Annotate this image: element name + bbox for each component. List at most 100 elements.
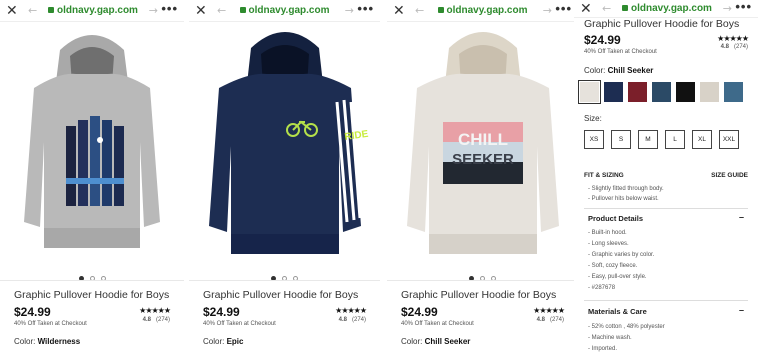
color-swatches — [578, 80, 754, 104]
browser-toolbar: ✕ ← oldnavy.gap.com → ••• — [387, 0, 578, 22]
lock-icon — [48, 7, 54, 13]
back-arrow-icon[interactable]: ← — [602, 2, 611, 15]
product-title[interactable]: Graphic Pullover Hoodie for Boys — [203, 289, 358, 301]
color-swatch[interactable] — [578, 80, 601, 104]
color-swatch[interactable] — [604, 82, 623, 102]
url-text: oldnavy.gap.com — [57, 5, 138, 16]
color-swatch[interactable] — [628, 82, 647, 102]
forward-arrow-icon[interactable]: → — [149, 4, 158, 17]
color-label: Color: Chill Seeker — [401, 337, 470, 346]
color-label: Color: Chill Seeker — [584, 66, 653, 75]
star-rating-icon[interactable]: ★★★★★ — [717, 34, 749, 43]
more-icon[interactable]: ••• — [735, 0, 752, 14]
materials-care-heading[interactable]: Materials & Care — [588, 307, 647, 316]
detail-bullet: - #287678 — [588, 285, 616, 291]
size-option-xl[interactable]: XL — [692, 130, 712, 149]
url-bar[interactable]: oldnavy.gap.com — [237, 5, 332, 16]
product-detail-panel: ✕ ← oldnavy.gap.com → ••• Graphic Pullov… — [574, 0, 758, 360]
product-price: $24.99 — [14, 305, 51, 319]
forward-arrow-icon[interactable]: → — [723, 2, 732, 15]
detail-bullet: - Built-in hood. — [588, 230, 627, 236]
url-bar[interactable]: oldnavy.gap.com — [622, 3, 712, 14]
color-swatch[interactable] — [700, 82, 719, 102]
browser-toolbar: ✕ ← oldnavy.gap.com → ••• — [0, 0, 184, 22]
url-text: oldnavy.gap.com — [631, 3, 712, 14]
back-arrow-icon[interactable]: ← — [217, 4, 226, 17]
lock-icon — [622, 5, 628, 11]
size-label: Size: — [584, 114, 602, 123]
color-value: Wilderness — [37, 337, 81, 346]
forward-arrow-icon[interactable]: → — [543, 4, 552, 17]
lock-icon — [239, 7, 246, 13]
promo-text: 40% Off Taken at Checkout — [584, 49, 657, 55]
material-bullet: - Machine wash. — [588, 335, 632, 341]
more-icon[interactable]: ••• — [357, 1, 374, 16]
product-image[interactable]: CHILL SEEKER — [387, 22, 578, 262]
rating-value: 4.8 — [536, 317, 545, 323]
size-option-m[interactable]: M — [638, 130, 658, 149]
rating-summary[interactable]: 4.8 (274) — [143, 317, 170, 323]
rating-summary[interactable]: 4.8 (274) — [537, 317, 564, 323]
color-swatch[interactable] — [724, 82, 743, 102]
product-title[interactable]: Graphic Pullover Hoodie for Boys — [14, 289, 169, 301]
product-price: $24.99 — [203, 305, 240, 319]
color-swatch[interactable] — [676, 82, 695, 102]
material-bullet: - Imported. — [588, 346, 618, 352]
product-image[interactable] — [0, 22, 184, 262]
product-title[interactable]: Graphic Pullover Hoodie for Boys — [401, 289, 556, 301]
star-rating-icon[interactable]: ★★★★★ — [335, 306, 367, 315]
url-bar[interactable]: oldnavy.gap.com — [48, 5, 138, 16]
product-price: $24.99 — [584, 33, 621, 47]
color-label: Color: Wilderness — [14, 337, 80, 346]
color-value: Chill Seeker — [424, 337, 471, 346]
url-bar[interactable]: oldnavy.gap.com — [435, 5, 530, 16]
collapse-icon[interactable]: – — [739, 212, 744, 222]
color-label: Color: Epic — [203, 337, 243, 346]
star-rating-icon[interactable]: ★★★★★ — [139, 306, 171, 315]
color-label-text: Color: — [401, 337, 423, 346]
size-option-l[interactable]: L — [665, 130, 685, 149]
color-value: Chill Seeker — [607, 66, 654, 75]
collapse-icon[interactable]: – — [739, 305, 744, 315]
size-option-s[interactable]: S — [611, 130, 631, 149]
promo-text: 40% Off Taken at Checkout — [401, 321, 474, 327]
detail-bullet: - Easy, pull-over style. — [588, 274, 647, 280]
product-info: Graphic Pullover Hoodie for Boys $24.99 … — [189, 280, 380, 360]
more-icon[interactable]: ••• — [161, 1, 178, 16]
review-count: (274) — [155, 317, 170, 323]
size-option-xs[interactable]: XS — [584, 130, 604, 149]
product-title: Graphic Pullover Hoodie for Boys — [584, 18, 740, 30]
hoodie-graphic-line1: CHILL — [458, 130, 508, 149]
product-info: Graphic Pullover Hoodie for Boys $24.99 … — [387, 280, 578, 360]
star-rating-icon[interactable]: ★★★★★ — [533, 306, 565, 315]
color-value: Epic — [226, 337, 244, 346]
back-arrow-icon[interactable]: ← — [28, 4, 37, 17]
back-arrow-icon[interactable]: ← — [415, 4, 424, 17]
promo-text: 40% Off Taken at Checkout — [14, 321, 87, 327]
close-icon[interactable]: ✕ — [195, 3, 207, 19]
close-icon[interactable]: ✕ — [393, 3, 405, 19]
browser-toolbar: ✕ ← oldnavy.gap.com → ••• — [574, 0, 758, 18]
detail-bullet: - Soft, cozy fleece. — [588, 263, 638, 269]
product-image[interactable]: RIDE — [189, 22, 380, 262]
color-label-text: Color: — [203, 337, 225, 346]
size-guide-link[interactable]: SIZE GUIDE — [711, 172, 748, 179]
promo-text: 40% Off Taken at Checkout — [203, 321, 276, 327]
more-icon[interactable]: ••• — [555, 1, 572, 16]
hoodie-graphic-line2: SEEKER — [452, 151, 514, 168]
section-divider — [584, 300, 748, 301]
color-label-text: Color: — [584, 66, 606, 75]
product-card-wilderness: ✕ ← oldnavy.gap.com → ••• Graphic Pullov… — [0, 0, 184, 360]
close-icon[interactable]: ✕ — [6, 3, 18, 19]
product-details-heading[interactable]: Product Details — [588, 214, 643, 223]
material-bullet: - 52% cotton , 48% polyester — [588, 324, 665, 330]
close-icon[interactable]: ✕ — [580, 1, 592, 17]
detail-bullet: - Graphic varies by color. — [588, 252, 655, 258]
rating-summary[interactable]: 4.8 (274) — [721, 44, 748, 50]
rating-summary[interactable]: 4.8 (274) — [339, 317, 366, 323]
forward-arrow-icon[interactable]: → — [345, 4, 354, 17]
color-swatch[interactable] — [652, 82, 671, 102]
size-option-xxl[interactable]: XXL — [719, 130, 739, 149]
product-card-chill-seeker: ✕ ← oldnavy.gap.com → ••• CHILL SEEKER G… — [387, 0, 578, 360]
color-label-text: Color: — [14, 337, 36, 346]
